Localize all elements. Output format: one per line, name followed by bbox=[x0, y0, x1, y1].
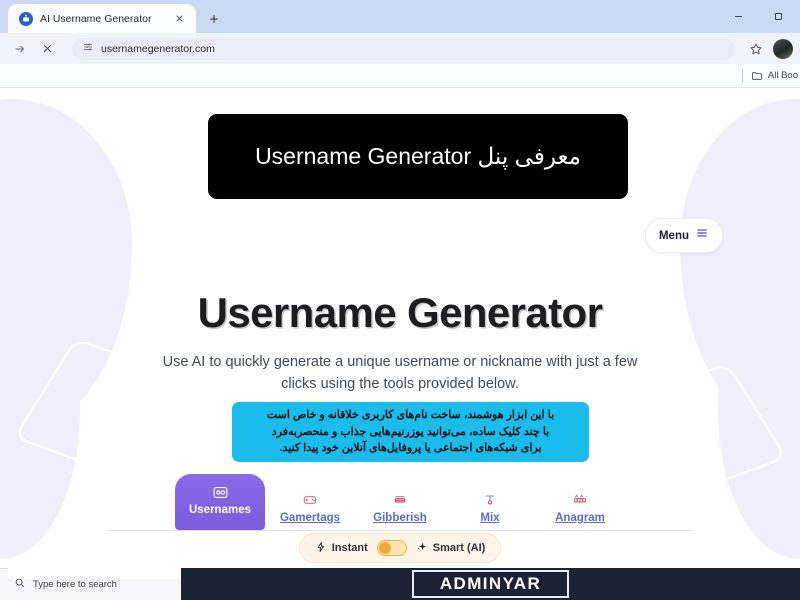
browser-titlebar: AI Username Generator bbox=[0, 0, 800, 33]
bookmark-folder-all[interactable]: All Boo bbox=[751, 70, 798, 82]
star-icon[interactable] bbox=[743, 36, 768, 61]
address-bar[interactable]: usernamegenerator.com bbox=[72, 37, 735, 60]
tab-mix[interactable]: Mix bbox=[445, 491, 535, 530]
tab-label: Usernames bbox=[188, 504, 251, 516]
browser-window: AI Username Generator usernamegenerator.… bbox=[0, 0, 800, 600]
bookmarks-divider bbox=[741, 68, 743, 83]
tab-gibberish[interactable]: Gibberish bbox=[355, 491, 445, 530]
url-text: usernamegenerator.com bbox=[101, 42, 215, 55]
lightning-icon bbox=[315, 541, 327, 556]
profile-avatar[interactable] bbox=[773, 38, 793, 59]
tab-label: Mix bbox=[480, 512, 500, 524]
mode-switch-knob bbox=[378, 542, 391, 554]
minimize-icon[interactable] bbox=[718, 0, 758, 33]
mode-label-smart: Smart (AI) bbox=[432, 542, 486, 554]
mode-switch[interactable] bbox=[376, 540, 407, 556]
page-subtitle: Use AI to quickly generate a unique user… bbox=[162, 354, 638, 393]
gamepad-icon bbox=[265, 491, 355, 509]
mode-option-instant[interactable]: Instant bbox=[315, 541, 368, 556]
folder-icon bbox=[752, 71, 762, 80]
tab-gamertags[interactable]: Gamertags bbox=[265, 491, 355, 530]
callout-line-1: با این ابزار هوشمند، ساخت نام‌های کاربری… bbox=[266, 408, 555, 421]
tab-label: Anagram bbox=[555, 512, 605, 524]
tab-label: Gamertags bbox=[279, 512, 341, 524]
taskbar-search-placeholder[interactable]: Type here to search bbox=[33, 579, 117, 590]
annotation-banner-text: معرفی پنل Username Generator bbox=[255, 143, 581, 169]
callout-line-3: برای شبکه‌های اجتماعی یا پروفایل‌های آنل… bbox=[279, 442, 542, 455]
tabs-underline bbox=[108, 530, 692, 531]
annotation-callout: با این ابزار هوشمند، ساخت نام‌های کاربری… bbox=[232, 402, 589, 462]
mode-option-smart[interactable]: Smart (AI) bbox=[416, 541, 486, 556]
scribble-icon bbox=[355, 491, 445, 509]
stop-x-icon[interactable] bbox=[35, 36, 60, 61]
tab-anagram[interactable]: Anagram bbox=[535, 491, 625, 530]
browser-toolbar: usernamegenerator.com bbox=[0, 33, 800, 64]
close-icon[interactable] bbox=[172, 11, 187, 26]
brand-footer-frame: ADMINYAR bbox=[411, 570, 570, 598]
mode-toggle-wrapper: Instant Smart (AI) bbox=[0, 533, 800, 563]
tab-strip: AI Username Generator bbox=[0, 0, 718, 33]
robot-favicon bbox=[19, 11, 33, 26]
tab-usernames[interactable]: Usernames bbox=[175, 474, 265, 530]
generator-tabs: Usernames Gamertags Gibberish Mix Anagra… bbox=[0, 474, 800, 530]
id-badge-icon bbox=[175, 483, 265, 501]
window-controls bbox=[718, 0, 800, 33]
hamburger-icon bbox=[695, 226, 709, 245]
menu-button-label: Menu bbox=[658, 229, 689, 242]
sparkle-icon bbox=[416, 541, 428, 556]
browser-tab[interactable]: AI Username Generator bbox=[8, 4, 196, 33]
letters-icon bbox=[535, 491, 625, 509]
bookmark-folder-label: All Boo bbox=[767, 70, 798, 81]
tab-label: Gibberish bbox=[373, 512, 427, 524]
tab-title: AI Username Generator bbox=[40, 12, 152, 25]
page-title: Username Generator bbox=[197, 289, 603, 336]
callout-line-2: با چند کلیک ساده، می‌توانید یوزرنیم‌هایی… bbox=[271, 425, 550, 438]
mixer-icon bbox=[445, 491, 535, 509]
site-settings-icon[interactable] bbox=[82, 40, 94, 58]
mode-toggle[interactable]: Instant Smart (AI) bbox=[298, 533, 502, 563]
forward-arrow-icon[interactable] bbox=[7, 36, 32, 61]
bookmarks-bar: All Boo bbox=[0, 64, 800, 88]
taskbar-top-edge bbox=[8, 568, 181, 579]
brand-name: ADMINYAR bbox=[439, 574, 542, 593]
maximize-icon[interactable] bbox=[758, 0, 798, 33]
mode-label-instant: Instant bbox=[331, 542, 368, 554]
new-tab-button[interactable] bbox=[200, 5, 227, 32]
brand-footer: ADMINYAR bbox=[181, 568, 800, 600]
annotation-banner: معرفی پنل Username Generator bbox=[208, 114, 628, 199]
menu-button[interactable]: Menu bbox=[644, 218, 723, 253]
